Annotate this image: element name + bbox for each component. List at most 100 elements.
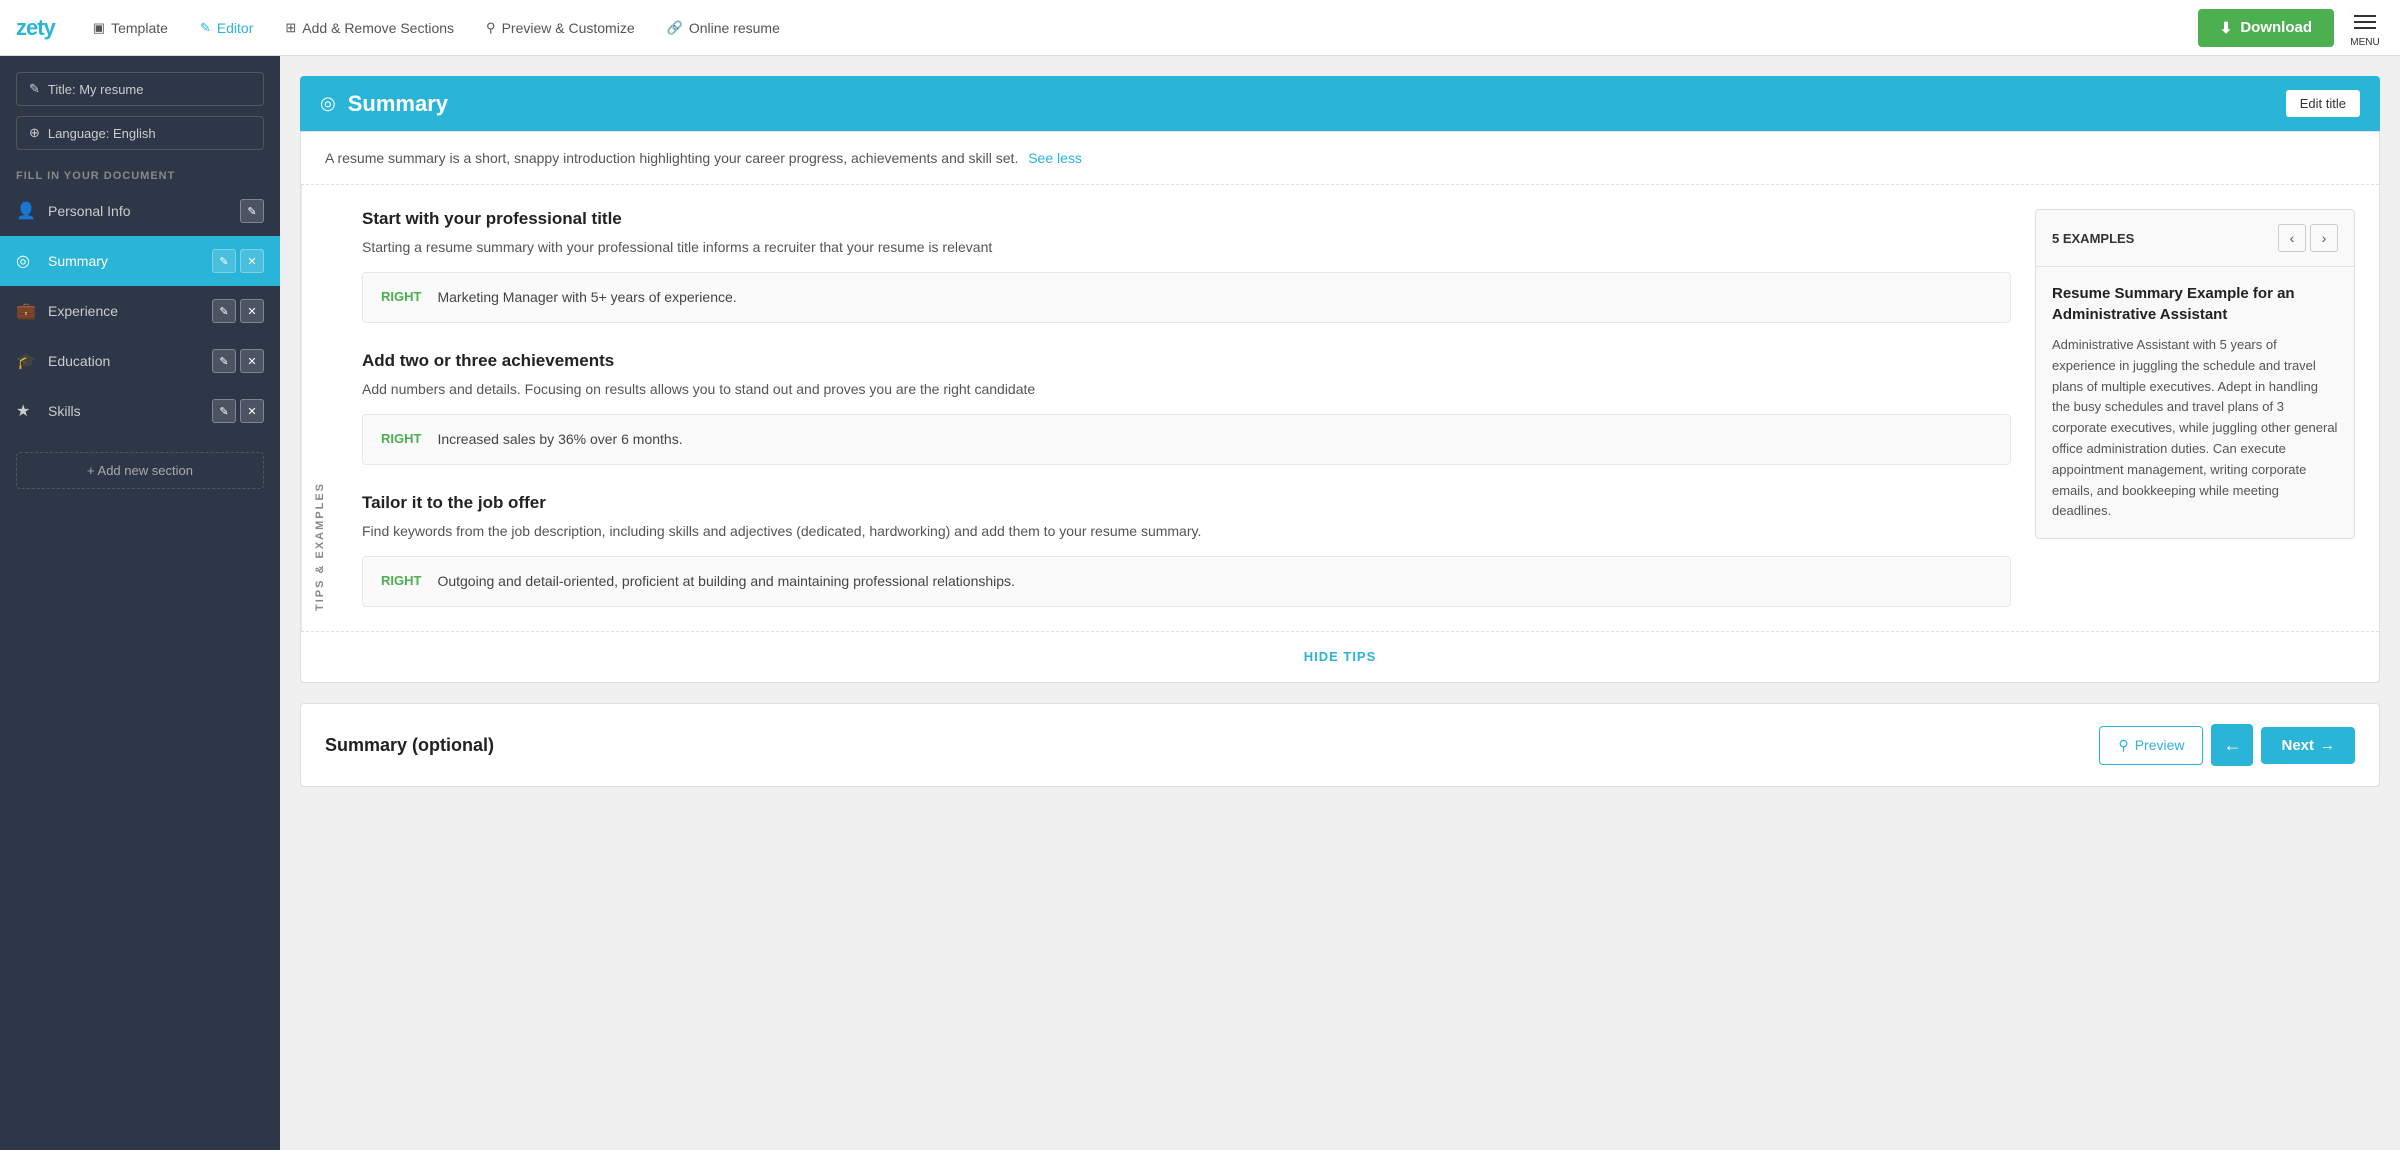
- back-arrow-button[interactable]: ←: [2211, 724, 2253, 766]
- bottom-section: Summary (optional) ⚲ Preview ← Next →: [300, 703, 2380, 787]
- education-icon: 🎓: [16, 351, 38, 371]
- doc-title-button[interactable]: ✎ Title: My resume: [16, 72, 264, 106]
- topnav-right: ⬇ Download MENU: [2198, 7, 2384, 48]
- nav-editor-label: Editor: [217, 20, 254, 36]
- skills-actions: ✎ ✕: [212, 399, 264, 423]
- doc-title-label: Title: My resume: [48, 82, 144, 97]
- summary-delete-button[interactable]: ✕: [240, 249, 264, 273]
- skills-delete-button[interactable]: ✕: [240, 399, 264, 423]
- examples-panel: 5 EXAMPLES ‹ › Resume Summary Example fo…: [2035, 209, 2355, 539]
- nav-add-remove[interactable]: ⊞ Add & Remove Sections: [271, 14, 468, 42]
- download-button[interactable]: ⬇ Download: [2198, 9, 2334, 47]
- sidebar-item-personal-info[interactable]: 👤 Personal Info ✎: [0, 186, 280, 236]
- download-icon: ⬇: [2220, 19, 2233, 37]
- app-logo[interactable]: zety: [16, 15, 55, 41]
- summary-actions: ✎ ✕: [212, 249, 264, 273]
- personal-info-label: Personal Info: [48, 203, 240, 219]
- tips-box: A resume summary is a short, snappy intr…: [300, 131, 2380, 683]
- tip-2-right-label: RIGHT: [381, 431, 421, 446]
- nav-template-label: Template: [111, 20, 168, 36]
- example-title: Resume Summary Example for an Administra…: [2052, 283, 2338, 325]
- preview-label: Preview: [2135, 737, 2185, 753]
- preview-icon: ⚲: [2118, 737, 2128, 754]
- section-title: Summary: [348, 91, 2286, 117]
- nav-items: ▣ Template ✎ Editor ⊞ Add & Remove Secti…: [79, 14, 2198, 42]
- experience-delete-button[interactable]: ✕: [240, 299, 264, 323]
- nav-editor[interactable]: ✎ Editor: [186, 14, 267, 42]
- hide-tips-button[interactable]: HIDE TIPS: [1304, 649, 1377, 664]
- tip-3-right-label: RIGHT: [381, 573, 421, 588]
- tip-1-example: RIGHT Marketing Manager with 5+ years of…: [362, 272, 2011, 323]
- education-edit-button[interactable]: ✎: [212, 349, 236, 373]
- education-actions: ✎ ✕: [212, 349, 264, 373]
- sidebar: ✎ Title: My resume ⊕ Language: English F…: [0, 56, 280, 1150]
- tip-1-right-label: RIGHT: [381, 289, 421, 304]
- see-less-link[interactable]: See less: [1028, 150, 1082, 166]
- next-button[interactable]: Next →: [2261, 727, 2355, 764]
- examples-body: Resume Summary Example for an Administra…: [2036, 267, 2354, 538]
- hide-tips-bar[interactable]: HIDE TIPS: [301, 631, 2379, 682]
- nav-template[interactable]: ▣ Template: [79, 14, 182, 42]
- add-section-button[interactable]: + Add new section: [16, 452, 264, 489]
- experience-label: Experience: [48, 303, 212, 319]
- tip-2-desc: Add numbers and details. Focusing on res…: [362, 379, 2011, 400]
- tip-2-title: Add two or three achievements: [362, 351, 2011, 371]
- intro-text: A resume summary is a short, snappy intr…: [325, 150, 1018, 166]
- examples-prev-button[interactable]: ‹: [2278, 224, 2306, 252]
- personal-info-edit-button[interactable]: ✎: [240, 199, 264, 223]
- examples-next-button[interactable]: ›: [2310, 224, 2338, 252]
- hamburger-icon: [2346, 7, 2384, 37]
- education-label: Education: [48, 353, 212, 369]
- experience-icon: 💼: [16, 301, 38, 321]
- tip-1-title: Start with your professional title: [362, 209, 2011, 229]
- bottom-actions: ⚲ Preview ← Next →: [2099, 724, 2355, 766]
- section-header: ◎ Summary Edit title: [300, 76, 2380, 131]
- education-delete-button[interactable]: ✕: [240, 349, 264, 373]
- sidebar-item-education[interactable]: 🎓 Education ✎ ✕: [0, 336, 280, 386]
- tip-section-3: Tailor it to the job offer Find keywords…: [362, 493, 2011, 607]
- sidebar-item-summary[interactable]: ◎ Summary ✎ ✕: [0, 236, 280, 286]
- add-remove-icon: ⊞: [285, 20, 296, 36]
- tips-main: Start with your professional title Start…: [338, 185, 2379, 631]
- tip-1-example-text: Marketing Manager with 5+ years of exper…: [437, 287, 736, 308]
- doc-lang-label: Language: English: [48, 126, 156, 141]
- edit-title-button[interactable]: Edit title: [2286, 90, 2360, 117]
- menu-button[interactable]: MENU: [2346, 7, 2384, 48]
- content-area: ◎ Summary Edit title A resume summary is…: [280, 56, 2400, 1150]
- doc-lang-button[interactable]: ⊕ Language: English: [16, 116, 264, 150]
- tip-section-1: Start with your professional title Start…: [362, 209, 2011, 323]
- skills-icon: ★: [16, 401, 38, 421]
- skills-edit-button[interactable]: ✎: [212, 399, 236, 423]
- tip-2-example-text: Increased sales by 36% over 6 months.: [437, 429, 682, 450]
- summary-label: Summary: [48, 253, 212, 269]
- next-label: Next: [2281, 737, 2314, 754]
- fill-document-label: FILL IN YOUR DOCUMENT: [0, 162, 280, 186]
- menu-label: MENU: [2350, 37, 2379, 48]
- tips-side-label: TIPS & EXAMPLES: [301, 185, 338, 631]
- pencil-icon: ✎: [29, 81, 40, 97]
- summary-edit-button[interactable]: ✎: [212, 249, 236, 273]
- sidebar-item-experience[interactable]: 💼 Experience ✎ ✕: [0, 286, 280, 336]
- tip-1-desc: Starting a resume summary with your prof…: [362, 237, 2011, 258]
- tips-intro: A resume summary is a short, snappy intr…: [301, 132, 2379, 185]
- tip-section-2: Add two or three achievements Add number…: [362, 351, 2011, 465]
- personal-info-actions: ✎: [240, 199, 264, 223]
- examples-navigation: ‹ ›: [2278, 224, 2338, 252]
- example-text: Administrative Assistant with 5 years of…: [2052, 335, 2338, 522]
- nav-add-remove-label: Add & Remove Sections: [302, 20, 454, 36]
- sidebar-item-skills[interactable]: ★ Skills ✎ ✕: [0, 386, 280, 436]
- next-arrow-icon: →: [2320, 737, 2335, 754]
- editor-icon: ✎: [200, 20, 211, 36]
- online-resume-icon: 🔗: [667, 20, 683, 36]
- examples-header: 5 EXAMPLES ‹ ›: [2036, 210, 2354, 267]
- template-icon: ▣: [93, 20, 105, 36]
- tip-3-title: Tailor it to the job offer: [362, 493, 2011, 513]
- examples-count: 5 EXAMPLES: [2052, 231, 2134, 246]
- nav-online-resume[interactable]: 🔗 Online resume: [653, 14, 794, 42]
- experience-edit-button[interactable]: ✎: [212, 299, 236, 323]
- nav-preview-customize[interactable]: ⚲ Preview & Customize: [472, 14, 649, 42]
- sidebar-top: ✎ Title: My resume ⊕ Language: English: [0, 56, 280, 162]
- summary-icon: ◎: [16, 251, 38, 271]
- preview-button[interactable]: ⚲ Preview: [2099, 726, 2203, 765]
- section-header-icon: ◎: [320, 93, 336, 114]
